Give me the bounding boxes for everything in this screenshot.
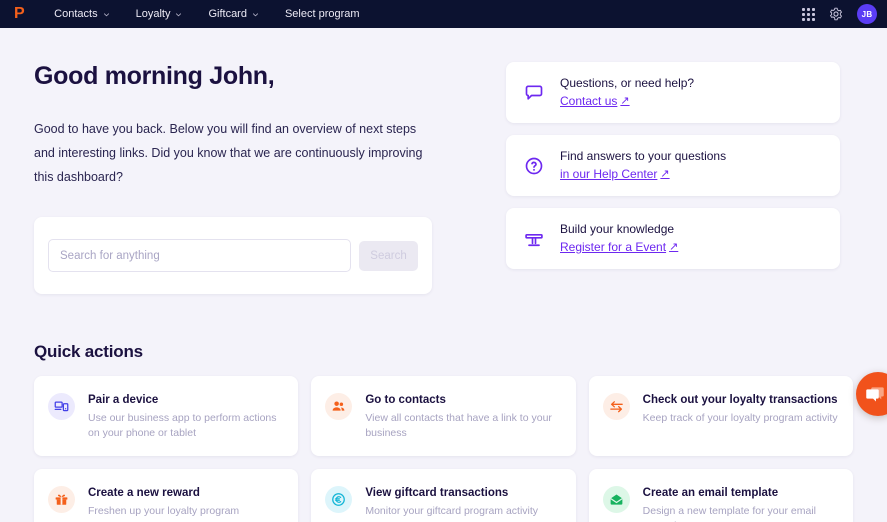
gear-icon[interactable]	[829, 7, 843, 21]
quick-action-icon-wrap	[602, 486, 630, 513]
help-card-register-event[interactable]: Build your knowledge Register for a Even…	[506, 208, 840, 269]
help-card-contact-us[interactable]: Questions, or need help? Contact us ↗	[506, 62, 840, 123]
help-card-link[interactable]: in our Help Center ↗	[560, 166, 670, 183]
top-navigation-bar: P Contacts Loyalty Giftcard Select progr…	[0, 0, 887, 28]
help-card-link-label: Contact us	[560, 94, 618, 108]
help-card-text: Build your knowledge Register for a Even…	[560, 221, 678, 256]
help-card-text: Questions, or need help? Contact us ↗	[560, 75, 694, 110]
arrow-up-right-icon: ↗	[620, 95, 630, 107]
chat-stack-icon	[865, 387, 884, 402]
quick-action-icon-wrap	[48, 393, 75, 420]
nav-item-label: Contacts	[54, 8, 98, 20]
quick-action-description: Design a new template for your email cam…	[642, 505, 816, 522]
help-card-title: Find answers to your questions	[560, 149, 727, 163]
user-avatar[interactable]: JB	[857, 4, 877, 24]
quick-action-text: Go to contacts View all contacts that ha…	[365, 391, 561, 441]
quick-action-loyalty-transactions[interactable]: Check out your loyalty transactions Keep…	[588, 376, 853, 456]
nav-item-loyalty[interactable]: Loyalty	[136, 8, 183, 20]
quick-action-text: Pair a device Use our business app to pe…	[88, 391, 284, 441]
quick-action-title: Pair a device	[88, 394, 159, 406]
quick-action-text: Create an email template Design a new te…	[643, 484, 839, 522]
quick-action-description: Monitor your giftcard program activity	[365, 505, 539, 517]
euro-coin-icon	[332, 493, 346, 506]
chat-bubble-icon	[525, 85, 543, 100]
quick-action-giftcard-transactions[interactable]: View giftcard transactions Monitor your …	[311, 469, 576, 522]
help-card-link[interactable]: Register for a Event ↗	[560, 239, 678, 256]
search-button[interactable]: Search	[359, 240, 418, 271]
quick-actions-grid: Pair a device Use our business app to pe…	[34, 376, 853, 522]
gift-icon	[55, 494, 68, 505]
quick-action-pair-a-device[interactable]: Pair a device Use our business app to pe…	[34, 376, 299, 456]
quick-action-title: Create an email template	[642, 487, 779, 499]
page-title: Good morning John,	[34, 62, 275, 90]
quick-action-go-to-contacts[interactable]: Go to contacts View all contacts that ha…	[311, 376, 576, 456]
nav-item-label: Loyalty	[135, 8, 171, 20]
quick-action-create-email-template[interactable]: Create an email template Design a new te…	[588, 469, 853, 522]
search-card: Search	[34, 217, 432, 294]
quick-action-create-new-reward[interactable]: Create a new reward Freshen up your loya…	[34, 469, 299, 522]
arrow-up-right-icon: ↗	[660, 168, 670, 180]
nav-right-actions: JB	[802, 4, 877, 24]
help-card-link[interactable]: Contact us ↗	[560, 93, 630, 110]
podium-icon	[525, 233, 543, 246]
arrow-up-right-icon: ↗	[669, 241, 679, 253]
quick-action-title: View giftcard transactions	[365, 487, 509, 499]
nav-item-contacts[interactable]: Contacts	[54, 8, 109, 20]
nav-item-giftcard[interactable]: Giftcard	[208, 8, 259, 20]
quick-actions-heading: Quick actions	[34, 342, 143, 361]
app-logo[interactable]: P	[14, 6, 25, 22]
quick-action-text: Check out your loyalty transactions Keep…	[643, 391, 838, 441]
app-grid-icon[interactable]	[802, 7, 815, 21]
nav-item-label: Select program	[284, 8, 360, 20]
help-card-help-center[interactable]: Find answers to your questions in our He…	[506, 135, 840, 196]
nav-item-label: Giftcard	[208, 8, 247, 20]
page-content: Good morning John, Good to have you back…	[0, 28, 887, 522]
transfer-arrows-icon	[609, 401, 623, 413]
envelope-icon	[609, 494, 623, 505]
quick-action-text: Create a new reward Freshen up your loya…	[88, 484, 239, 522]
pair-device-icon	[54, 401, 69, 412]
chevron-down-icon	[103, 12, 109, 16]
chevron-down-icon	[176, 12, 182, 16]
right-column: Questions, or need help? Contact us ↗ Fi…	[506, 62, 840, 294]
quick-action-description: Keep track of your loyalty program activ…	[642, 412, 838, 424]
quick-action-text: View giftcard transactions Monitor your …	[365, 484, 538, 522]
quick-action-icon-wrap	[48, 486, 75, 513]
quick-action-description: View all contacts that have a link to yo…	[365, 412, 552, 439]
intro-paragraph: Good to have you back. Below you will fi…	[34, 122, 423, 184]
help-card-title: Build your knowledge	[560, 222, 675, 236]
quick-action-description: Freshen up your loyalty program	[88, 505, 240, 517]
contacts-people-icon	[332, 401, 345, 411]
quick-action-title: Go to contacts	[365, 394, 446, 406]
left-column: Good morning John, Good to have you back…	[34, 62, 500, 294]
quick-action-icon-wrap	[325, 393, 353, 420]
help-card-text: Find answers to your questions in our He…	[560, 148, 726, 183]
chevron-down-icon	[252, 12, 258, 16]
quick-action-title: Create a new reward	[88, 487, 200, 499]
search-input[interactable]	[48, 239, 351, 272]
primary-nav-items: Contacts Loyalty Giftcard Select program	[54, 8, 359, 20]
help-card-link-label: in our Help Center	[560, 167, 658, 181]
question-mark-circle-icon	[525, 157, 543, 174]
quick-action-icon-wrap	[325, 486, 353, 513]
top-columns: Good morning John, Good to have you back…	[34, 28, 853, 294]
help-card-link-label: Register for a Event	[560, 240, 667, 254]
chat-widget-button[interactable]	[856, 372, 887, 416]
quick-action-title: Check out your loyalty transactions	[642, 394, 838, 406]
quick-action-icon-wrap	[602, 393, 630, 420]
quick-action-description: Use our business app to perform actions …	[88, 412, 277, 439]
help-card-title: Questions, or need help?	[560, 76, 695, 90]
nav-item-select-program[interactable]: Select program	[285, 8, 360, 20]
